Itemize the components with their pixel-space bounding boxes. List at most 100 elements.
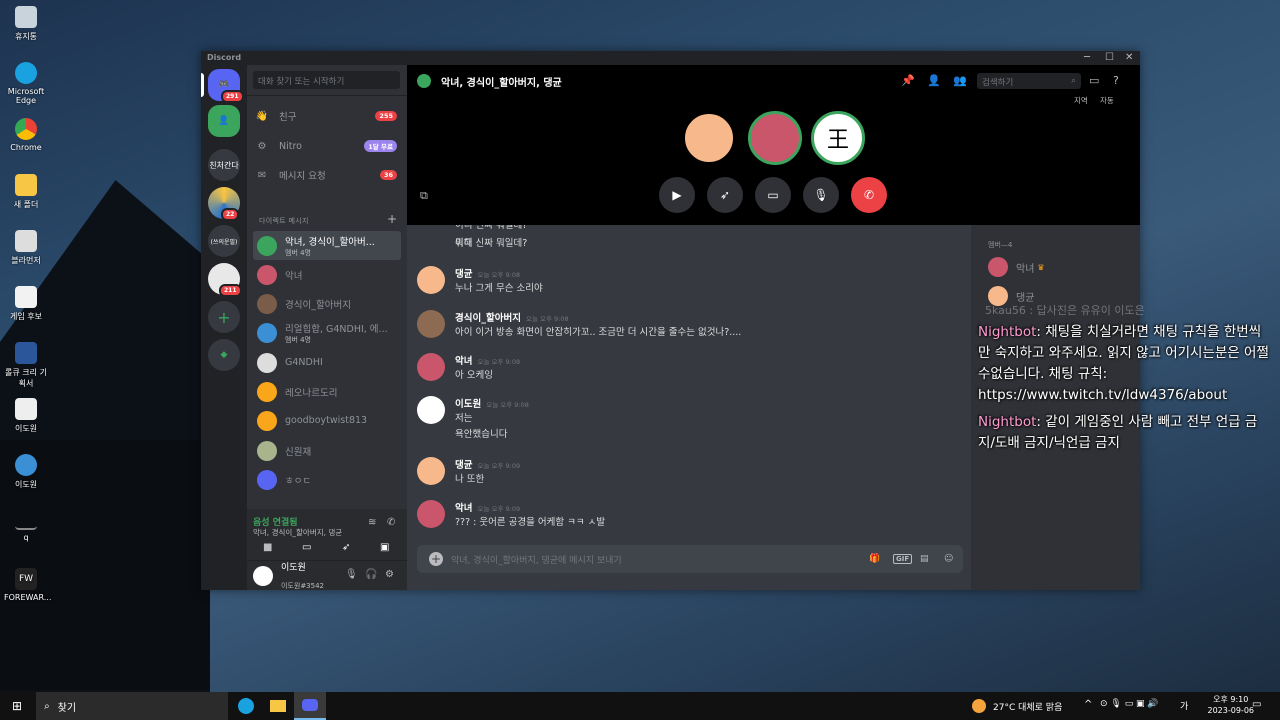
- notification-icon[interactable]: ▭: [1252, 699, 1261, 710]
- headphones-icon[interactable]: 🎧: [365, 569, 377, 580]
- desktop-icon-q[interactable]: q: [4, 516, 48, 542]
- gif-button[interactable]: GIF: [893, 554, 913, 564]
- disconnect-icon[interactable]: ✆: [387, 517, 395, 528]
- dm-item[interactable]: 신원재: [253, 436, 401, 465]
- message-text: 뭐해: [455, 238, 473, 249]
- activity-button[interactable]: ➶: [707, 177, 743, 213]
- desktop-icon-doc[interactable]: 이도원: [4, 398, 48, 434]
- nav-nitro[interactable]: ⚙ Nitro 1달 무료: [255, 134, 401, 158]
- region-select[interactable]: 자동: [1100, 95, 1114, 106]
- attach-plus-icon[interactable]: +: [429, 552, 443, 566]
- member-item[interactable]: 악녀 ♛: [988, 257, 1045, 277]
- dm-item[interactable]: 악녀, 경식이_할아버... 멤버 4명: [253, 231, 401, 260]
- taskbar-clock[interactable]: 오후 9:10 2023-09-06: [1208, 694, 1255, 716]
- ime-indicator[interactable]: 가: [1180, 699, 1188, 712]
- weather-text[interactable]: 27°C 대체로 맑음: [993, 700, 1062, 713]
- message-avatar[interactable]: [417, 500, 445, 528]
- chat-overlay-faded-line: 5kau56 : 답사진은 유유이 이도은: [985, 304, 1145, 317]
- windows-start-icon[interactable]: ⊞: [12, 699, 22, 713]
- help-icon[interactable]: ?: [1113, 74, 1119, 87]
- nav-friends[interactable]: 👋 친구 255: [255, 104, 401, 128]
- dm-item[interactable]: 리얼힙합, G4NDHI, 에... 멤버 4명: [253, 318, 401, 347]
- message-author[interactable]: 댕균: [455, 269, 472, 280]
- user-panel: 이도원 이도원#3542 🎙 🎧 ⚙: [247, 561, 407, 590]
- server-button-3[interactable]: (쓰의운필): [208, 225, 240, 257]
- edge-taskbar-icon[interactable]: [238, 698, 255, 714]
- message-author[interactable]: 악녀: [455, 356, 472, 367]
- desktop-icon-forewarned[interactable]: FW FOREWAR...: [4, 568, 51, 602]
- desktop-icon-file[interactable]: 게임 후보: [4, 286, 48, 322]
- screen-share-icon[interactable]: ▭: [302, 542, 311, 553]
- add-friend-icon[interactable]: 👤: [927, 74, 941, 87]
- activity-rocket-icon[interactable]: ➶: [342, 542, 350, 553]
- discord-taskbar-button[interactable]: [294, 692, 327, 720]
- user-avatar[interactable]: [253, 565, 273, 586]
- message-avatar[interactable]: [417, 353, 445, 381]
- dm-item[interactable]: 레오나르도리: [253, 377, 401, 406]
- message-avatar[interactable]: [417, 396, 445, 424]
- soundboard-icon[interactable]: ▣: [380, 542, 389, 553]
- pin-icon[interactable]: 📌: [901, 74, 915, 87]
- mute-button[interactable]: 🎙: [803, 177, 839, 213]
- dm-search-input[interactable]: 대화 찾기 또는 시작하기: [253, 71, 400, 89]
- discord-logo-icon: 🎮: [218, 80, 230, 90]
- desktop-icon-folder[interactable]: 새 폴더: [4, 174, 48, 210]
- desktop-icon-app[interactable]: 블라먼저: [4, 230, 48, 266]
- popout-icon[interactable]: ⧉: [420, 189, 428, 203]
- header-search-input[interactable]: 검색하기 ⌕: [977, 73, 1081, 89]
- hang-up-button[interactable]: ✆: [851, 177, 887, 213]
- message-author[interactable]: 경식이_할아버지: [455, 313, 521, 324]
- camera-icon[interactable]: ■: [263, 542, 272, 553]
- message-avatar[interactable]: [417, 310, 445, 338]
- nav-message-requests[interactable]: ✉ 메시지 요청 36: [255, 163, 401, 187]
- minimize-button[interactable]: ─: [1084, 51, 1090, 65]
- noise-suppression-icon[interactable]: ≋: [368, 517, 376, 528]
- taskbar-search-box[interactable]: ⌕ 찾기: [36, 692, 229, 720]
- desktop-icon-word-doc[interactable]: 롤큐 크리 기획서: [4, 342, 48, 389]
- message-avatar[interactable]: [417, 266, 445, 294]
- gift-icon[interactable]: 🎁: [869, 554, 880, 564]
- chevron-up-icon[interactable]: ^: [1084, 699, 1092, 710]
- emoji-icon[interactable]: ☺: [944, 554, 953, 564]
- sticker-icon[interactable]: ▤: [920, 554, 929, 564]
- inbox-icon[interactable]: ▭: [1089, 74, 1099, 87]
- desktop-icon-label: Chrome: [10, 143, 42, 152]
- desktop-icon-recycle-bin[interactable]: 휴지통: [4, 6, 48, 42]
- settings-gear-icon[interactable]: ⚙: [385, 569, 394, 580]
- microphone-icon[interactable]: 🎙: [345, 569, 358, 580]
- message-avatar[interactable]: [417, 457, 445, 485]
- message-text: 욕안했습니다: [455, 429, 508, 440]
- voice-channel-name: 악녀, 경식이_할아버지, 댕균: [253, 528, 343, 537]
- dm-item[interactable]: G4NDHI: [253, 348, 401, 377]
- close-button[interactable]: ✕: [1125, 51, 1133, 65]
- share-screen-button[interactable]: ▭: [755, 177, 791, 213]
- dm-item[interactable]: 악녀: [253, 260, 401, 289]
- call-participant-avatar[interactable]: [748, 111, 802, 165]
- maximize-button[interactable]: ☐: [1105, 51, 1114, 65]
- selected-indicator: [201, 73, 204, 97]
- create-dm-button[interactable]: +: [387, 212, 397, 226]
- dm-item[interactable]: 경식이_할아버지: [253, 289, 401, 318]
- message-author[interactable]: 악녀: [455, 503, 472, 514]
- server-button-1[interactable]: 친처간다: [208, 149, 240, 181]
- explore-servers-button[interactable]: ◆: [208, 339, 240, 371]
- desktop-icon-chrome[interactable]: Chrome: [4, 118, 48, 152]
- tray-icons[interactable]: ⊙ 🎙 ▭ ▣ 🔊: [1100, 699, 1159, 709]
- call-participant-avatar[interactable]: [682, 111, 736, 165]
- friends-server-button[interactable]: 👤: [208, 105, 240, 137]
- desktop-icon-edge[interactable]: Microsoft Edge: [4, 62, 48, 105]
- members-icon[interactable]: 👥: [953, 74, 967, 87]
- call-participant-avatar[interactable]: 王: [811, 111, 865, 165]
- message-author[interactable]: 댕균: [455, 460, 472, 471]
- dm-item[interactable]: goodboytwist813: [253, 406, 401, 435]
- message-composer[interactable]: + 악녀, 경식이_할아버지, 댕균에 메시지 보내기 🎁 GIF ▤ ☺: [417, 545, 963, 573]
- server-badge: 22: [221, 208, 240, 221]
- search-placeholder: 대화 찾기 또는 시작하기: [258, 77, 345, 87]
- message-author[interactable]: 이도원: [455, 399, 481, 410]
- camera-button[interactable]: ▶: [659, 177, 695, 213]
- dm-item[interactable]: ㅎㅇㄷ: [253, 465, 401, 494]
- dm-name: 악녀, 경식이_할아버...: [285, 236, 375, 248]
- desktop-icon-app-2[interactable]: 이도원: [4, 454, 48, 490]
- file-explorer-icon[interactable]: [270, 700, 287, 712]
- add-server-button[interactable]: +: [208, 301, 240, 333]
